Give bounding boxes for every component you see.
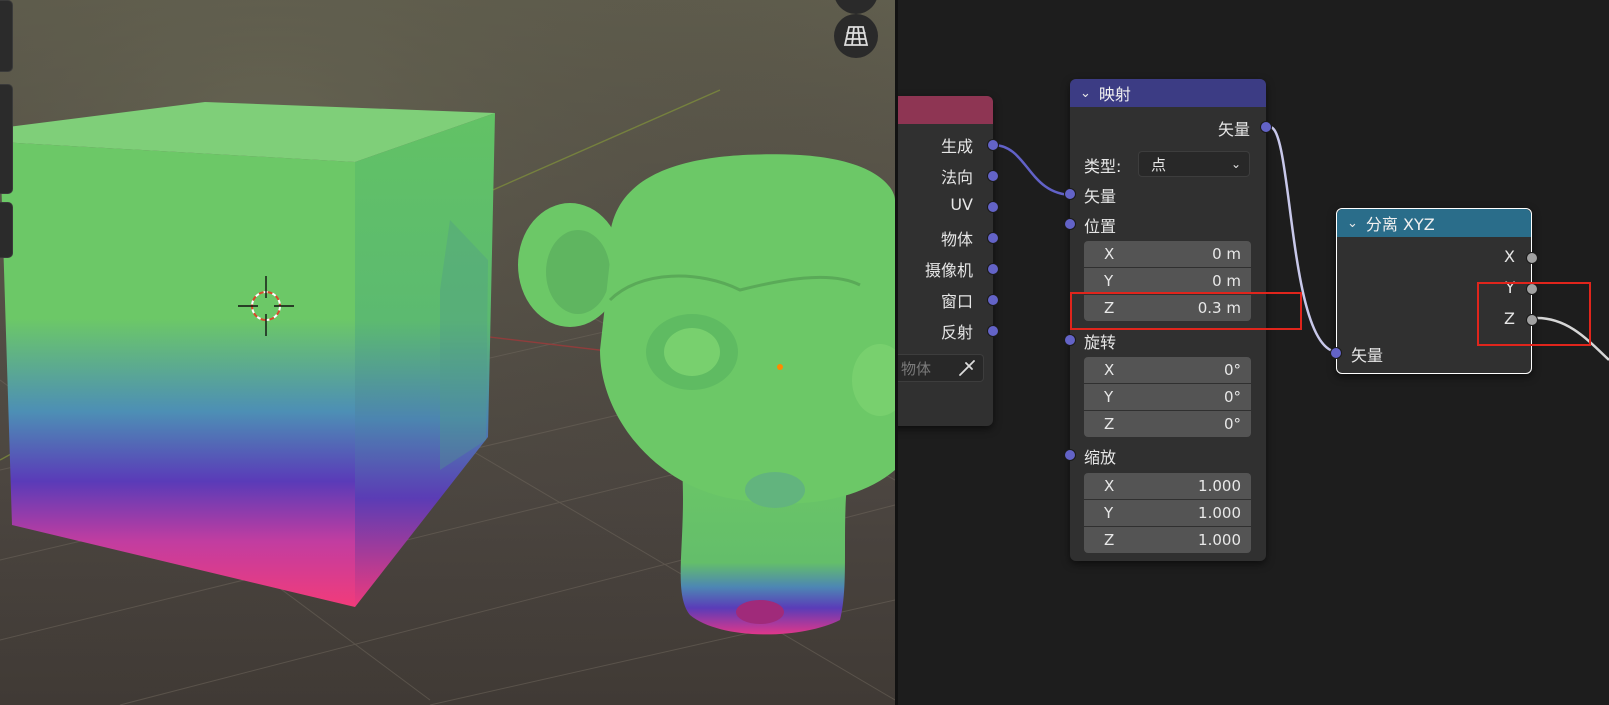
- scale-z-axis: Z: [1104, 531, 1115, 549]
- toolbar-tab-middle[interactable]: [0, 84, 13, 194]
- link-generated-to-vector: [992, 143, 1074, 197]
- toggle-perspective-button[interactable]: [834, 14, 878, 58]
- rotation-x-axis: X: [1104, 361, 1115, 379]
- scale-x-axis: X: [1104, 477, 1115, 495]
- texture-coordinate-header[interactable]: [898, 96, 993, 124]
- mapping-input-vector-socket[interactable]: [1064, 188, 1076, 200]
- rotation-z-field[interactable]: Z 0°: [1084, 411, 1251, 437]
- output-camera-label: 摄像机: [924, 261, 973, 280]
- scale-y-value: 1.000: [1198, 504, 1241, 522]
- location-y-value: 0 m: [1212, 272, 1241, 290]
- 3d-viewport[interactable]: [0, 0, 895, 705]
- viewport-scene: [0, 0, 895, 705]
- highlight-yz-outputs: [1477, 282, 1591, 346]
- separate-output-x-label: X: [1504, 247, 1515, 266]
- object-picker-placeholder: 物体: [901, 359, 932, 378]
- mapping-type-dropdown[interactable]: 点 ⌄: [1138, 151, 1250, 177]
- location-x-axis: X: [1104, 245, 1115, 263]
- rotation-label: 旋转: [1084, 333, 1117, 352]
- output-object-socket[interactable]: [987, 232, 999, 244]
- toolbar-tab-top[interactable]: [0, 0, 13, 72]
- separate-xyz-header[interactable]: ⌄ 分离 XYZ: [1337, 209, 1531, 237]
- output-uv-label: UV: [950, 195, 973, 214]
- mapping-input-vector-label: 矢量: [1084, 187, 1117, 206]
- chevron-down-icon: ⌄: [1230, 157, 1241, 171]
- mapping-type-label: 类型:: [1084, 157, 1122, 176]
- rotation-x-value: 0°: [1223, 361, 1241, 379]
- scale-y-field[interactable]: Y 1.000: [1084, 500, 1251, 526]
- shader-node-editor[interactable]: 生成 法向 UV 物体 摄像机 窗口 反射 物体 ⌄ 映射 矢量 类型: 点 ⌄…: [898, 0, 1609, 705]
- rotation-x-field[interactable]: X 0°: [1084, 357, 1251, 383]
- output-window-label: 窗口: [940, 292, 973, 311]
- scale-z-field[interactable]: Z 1.000: [1084, 527, 1251, 553]
- collapse-chevron-icon[interactable]: ⌄: [1080, 86, 1091, 101]
- grid-perspective-icon: [843, 26, 869, 46]
- separate-output-x-socket[interactable]: [1526, 252, 1538, 264]
- output-uv-socket[interactable]: [987, 201, 999, 213]
- location-y-axis: Y: [1104, 272, 1114, 290]
- separate-input-vector-socket[interactable]: [1330, 347, 1342, 359]
- location-x-field[interactable]: X 0 m: [1084, 241, 1251, 267]
- output-normal-label: 法向: [940, 168, 973, 187]
- separate-xyz-title: 分离 XYZ: [1365, 215, 1435, 234]
- texture-coordinate-node[interactable]: 生成 法向 UV 物体 摄像机 窗口 反射 物体: [898, 96, 999, 426]
- scale-socket[interactable]: [1064, 449, 1076, 461]
- mapping-node-title: 映射: [1098, 85, 1131, 104]
- location-y-field[interactable]: Y 0 m: [1084, 268, 1251, 294]
- mapping-output-vector-label: 矢量: [1217, 120, 1250, 139]
- location-label: 位置: [1084, 217, 1117, 236]
- output-normal-socket[interactable]: [987, 170, 999, 182]
- scale-z-value: 1.000: [1198, 531, 1241, 549]
- mapping-output-vector-socket[interactable]: [1260, 121, 1272, 133]
- scale-label: 缩放: [1084, 448, 1117, 467]
- rotation-y-value: 0°: [1223, 388, 1241, 406]
- output-object-label: 物体: [940, 230, 973, 249]
- output-camera-socket[interactable]: [987, 263, 999, 275]
- toolbar-tab-bottom[interactable]: [0, 202, 13, 258]
- output-reflection-label: 反射: [940, 323, 973, 342]
- rotation-z-axis: Z: [1104, 415, 1115, 433]
- scale-x-value: 1.000: [1198, 477, 1241, 495]
- scale-y-axis: Y: [1104, 504, 1114, 522]
- output-reflection-socket[interactable]: [987, 325, 999, 337]
- rotation-socket[interactable]: [1064, 334, 1076, 346]
- separate-input-vector-label: 矢量: [1351, 346, 1384, 365]
- mapping-node-header[interactable]: ⌄ 映射: [1070, 79, 1266, 107]
- eyedropper-icon[interactable]: [957, 358, 977, 378]
- highlight-location-z: [1070, 292, 1302, 330]
- collapse-chevron-icon[interactable]: ⌄: [1347, 216, 1358, 231]
- location-x-value: 0 m: [1212, 245, 1241, 263]
- output-generated-socket[interactable]: [987, 139, 999, 151]
- rotation-y-field[interactable]: Y 0°: [1084, 384, 1251, 410]
- rotation-z-value: 0°: [1223, 415, 1241, 433]
- output-window-socket[interactable]: [987, 294, 999, 306]
- location-socket[interactable]: [1064, 218, 1076, 230]
- object-picker-field[interactable]: 物体: [898, 354, 984, 382]
- rotation-y-axis: Y: [1104, 388, 1114, 406]
- mapping-type-value: 点: [1151, 155, 1167, 174]
- scale-x-field[interactable]: X 1.000: [1084, 473, 1251, 499]
- output-generated-label: 生成: [940, 137, 973, 156]
